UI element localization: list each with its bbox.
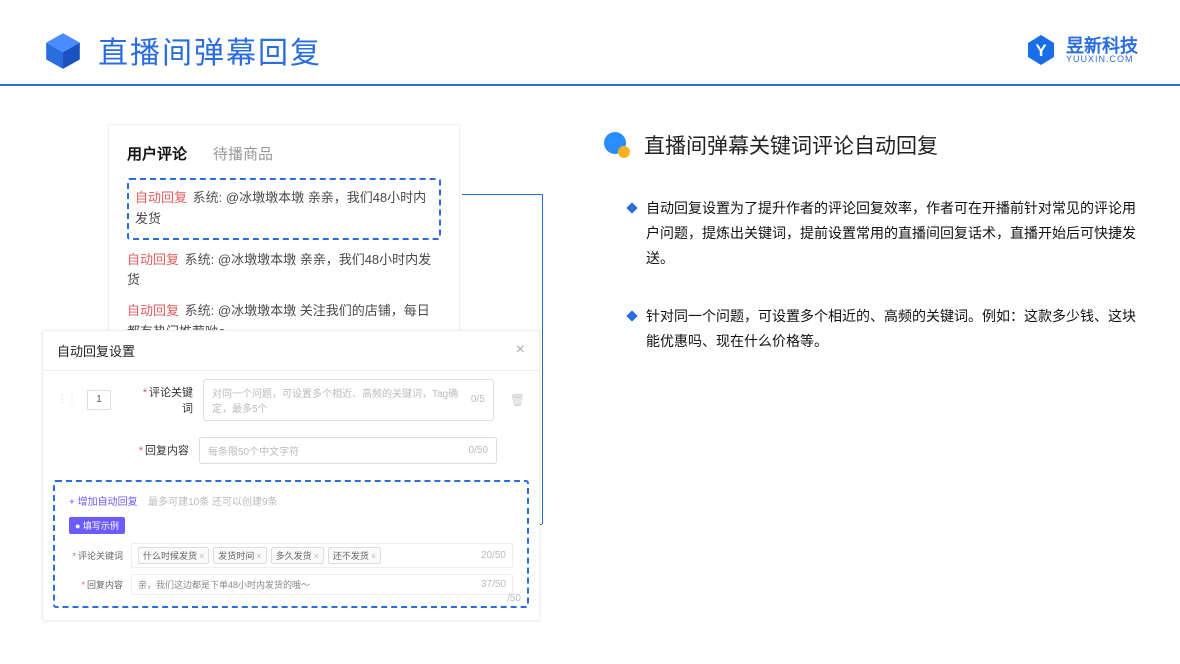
keyword-label: *评论关键词	[139, 384, 193, 416]
keyword-input[interactable]: 对同一个问题，可设置多个相近、高频的关键词，Tag确定，最多5个0/5	[203, 379, 494, 421]
right-panel: 直播间弹幕关键词评论自动回复 自动回复设置为了提升作者的评论回复效率，作者可在开…	[562, 124, 1138, 621]
tab-comments[interactable]: 用户评论	[127, 143, 187, 164]
drag-icon[interactable]: ⋮⋮	[57, 394, 77, 405]
left-panel: 用户评论 待播商品 自动回复 系统: @冰墩墩本墩 亲亲，我们48小时内发货 自…	[42, 124, 562, 621]
brand-cn: 昱新科技	[1066, 37, 1138, 55]
brand: Y 昱新科技 YUUXIN.COM	[1024, 33, 1138, 67]
close-icon[interactable]: ×	[516, 341, 525, 359]
order-num[interactable]: 1	[87, 390, 111, 410]
modal-title: 自动回复设置	[57, 341, 135, 360]
section-title: 直播间弹幕关键词评论自动回复	[644, 130, 938, 160]
settings-modal: 自动回复设置 × ⋮⋮ 1 *评论关键词 对同一个问题，可设置多个相近、高频的关…	[42, 330, 540, 621]
example-box: + 增加自动回复 最多可建10条 还可以创建9条 ● 填写示例 *评论关键词 什…	[53, 480, 529, 608]
reply-label: *回复内容	[135, 442, 189, 458]
comment-item: 自动回复 系统: @冰墩墩本墩 亲亲，我们48小时内发货	[127, 250, 441, 292]
example-keyword-input[interactable]: 什么时候发货× 发货时间× 多久发货× 还不发货× 20/50	[131, 543, 513, 568]
bullet-item: 针对同一个问题，可设置多个相近的、高频的关键词。例如：这款多少钱、这块能优惠吗、…	[628, 304, 1138, 354]
float-count: /50	[507, 593, 521, 604]
example-tag: ● 填写示例	[69, 517, 125, 534]
example-reply-input[interactable]: 亲，我们这边都是下单48小时内发货的哦～37/50	[131, 574, 513, 595]
svg-text:Y: Y	[1035, 41, 1047, 60]
comments-card: 用户评论 待播商品 自动回复 系统: @冰墩墩本墩 亲亲，我们48小时内发货 自…	[108, 124, 460, 364]
cube-icon	[42, 29, 84, 71]
page-header: 直播间弹幕回复 Y 昱新科技 YUUXIN.COM	[0, 0, 1180, 86]
diamond-icon	[626, 202, 637, 213]
trash-icon[interactable]: 🗑	[510, 393, 525, 407]
brand-en: YUUXIN.COM	[1066, 55, 1138, 64]
chat-bubble-icon	[602, 130, 632, 160]
auto-reply-tag: 自动回复	[135, 190, 187, 205]
tabs: 用户评论 待播商品	[127, 143, 441, 164]
page-title: 直播间弹幕回复	[98, 28, 322, 72]
reply-input[interactable]: 每条限50个中文字符0/50	[199, 437, 497, 464]
add-reply-link[interactable]: + 增加自动回复	[69, 497, 138, 508]
tab-products[interactable]: 待播商品	[213, 143, 273, 164]
highlighted-comment: 自动回复 系统: @冰墩墩本墩 亲亲，我们48小时内发货	[127, 178, 441, 240]
add-hint: 最多可建10条 还可以创建9条	[148, 497, 277, 508]
diamond-icon	[626, 310, 637, 321]
bullet-item: 自动回复设置为了提升作者的评论回复效率，作者可在开播前针对常见的评论用户问题，提…	[628, 196, 1138, 272]
